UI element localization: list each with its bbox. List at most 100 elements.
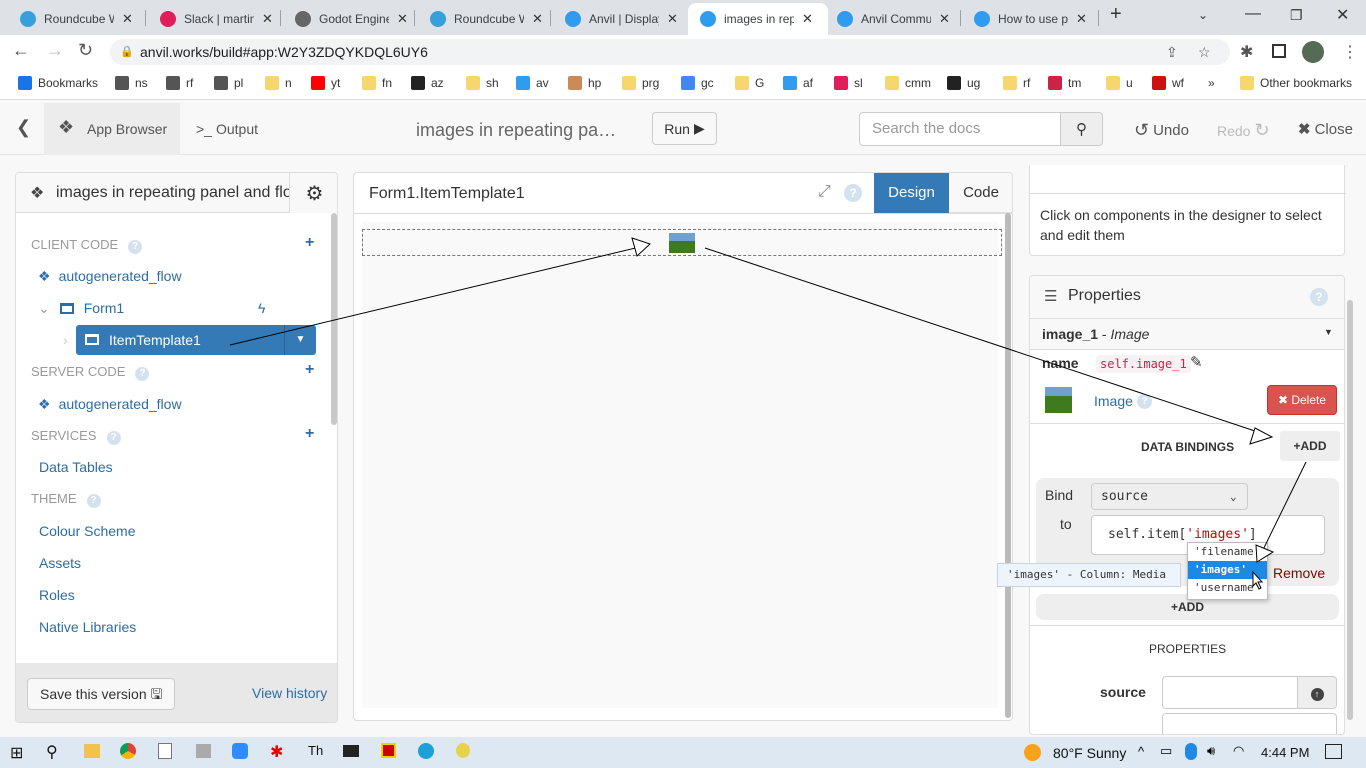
search-docs-input[interactable]: Search the docs: [859, 112, 1061, 146]
output-button[interactable]: >_ Output: [196, 121, 258, 137]
close-window-button[interactable]: ✕: [1336, 5, 1349, 25]
autocomplete-option[interactable]: 'username': [1188, 579, 1267, 597]
minimize-button[interactable]: —: [1245, 5, 1261, 23]
view-history-link[interactable]: View history: [252, 685, 327, 701]
close-tab-icon[interactable]: ✕: [532, 11, 543, 27]
autocomplete-option-selected[interactable]: 'images': [1188, 561, 1267, 579]
battery-icon[interactable]: ▭: [1160, 743, 1172, 759]
client-module-autogenerated-flow[interactable]: ❖ autogenerated_flow: [38, 268, 182, 285]
r-app-icon[interactable]: [381, 743, 396, 758]
app-icon[interactable]: [196, 744, 211, 758]
help-icon[interactable]: ?: [106, 431, 121, 445]
tab-code[interactable]: Code: [949, 173, 1012, 213]
next-property-input[interactable]: [1162, 713, 1337, 734]
url-field[interactable]: 🔒 anvil.works/build#app:W2Y3ZDQYKDQL6UY6…: [110, 39, 1230, 65]
canvas-scrollbar[interactable]: [1005, 213, 1011, 718]
source-input[interactable]: [1162, 676, 1298, 709]
app-browser-button[interactable]: ❖ App Browser: [44, 103, 180, 155]
browser-tab[interactable]: Roundcube W ✕: [8, 3, 133, 35]
component-selector[interactable]: image_1 - Image ▼: [1030, 319, 1344, 350]
browser-tab[interactable]: Godot Engine ✕: [283, 3, 408, 35]
image-component[interactable]: [669, 233, 695, 253]
notifications-icon[interactable]: [1325, 744, 1342, 759]
bookmark-item[interactable]: rf: [1003, 76, 1030, 90]
close-tab-icon[interactable]: ✕: [939, 11, 950, 27]
bookmark-item[interactable]: n: [265, 76, 292, 90]
server-module-autogenerated-flow[interactable]: ❖ autogenerated_flow: [38, 396, 182, 413]
file-explorer-icon[interactable]: [84, 744, 100, 758]
weather-readout[interactable]: 80°F Sunny: [1053, 745, 1126, 761]
assets-link[interactable]: Assets: [39, 555, 81, 571]
collapse-chevron-icon[interactable]: ❮: [16, 117, 31, 138]
bookmark-item[interactable]: u: [1106, 76, 1133, 90]
lightning-icon[interactable]: ϟ: [258, 300, 265, 316]
windows-start-icon[interactable]: ⊞: [10, 743, 23, 763]
help-icon[interactable]: ?: [844, 184, 862, 202]
edge-icon[interactable]: [418, 743, 434, 759]
extensions-icon[interactable]: ✱: [1240, 42, 1253, 62]
component-type-link[interactable]: Image: [1094, 393, 1133, 409]
share-icon[interactable]: ⇪: [1166, 39, 1178, 65]
search-button[interactable]: ⚲: [1060, 112, 1103, 146]
fruit-app-icon[interactable]: [456, 743, 470, 758]
bookmark-item[interactable]: ug: [947, 76, 980, 90]
bookmark-item[interactable]: yt: [311, 76, 340, 90]
volume-icon[interactable]: 🔊︎: [1207, 743, 1215, 759]
redo-button[interactable]: Redo ↻: [1217, 120, 1270, 141]
terminal-icon[interactable]: [343, 745, 359, 757]
bookmark-item[interactable]: az: [411, 76, 444, 90]
browser-tab[interactable]: Anvil | Display ✕: [553, 3, 678, 35]
browser-tab-active[interactable]: images in rep ✕: [688, 3, 828, 35]
save-version-button[interactable]: Save this version 🖫: [27, 678, 175, 710]
back-icon[interactable]: ←: [12, 40, 30, 61]
other-bookmarks[interactable]: Other bookmarks: [1240, 76, 1352, 90]
profile-avatar[interactable]: [1302, 41, 1324, 63]
wifi-icon[interactable]: ◠: [1233, 743, 1244, 759]
close-tab-icon[interactable]: ✕: [802, 11, 813, 27]
bluetooth-icon[interactable]: [1185, 743, 1197, 760]
help-icon[interactable]: ?: [86, 494, 101, 508]
bookmark-item[interactable]: wf: [1152, 76, 1184, 90]
bookmark-star-icon[interactable]: ☆: [1198, 39, 1211, 65]
reload-icon[interactable]: ↻: [78, 40, 93, 61]
repeating-item-container[interactable]: [362, 229, 1002, 256]
data-tables-link[interactable]: Data Tables: [39, 459, 113, 475]
pencil-icon[interactable]: ✎: [1190, 353, 1203, 371]
tab-design[interactable]: Design: [874, 173, 949, 213]
undo-button[interactable]: ↺ Undo: [1134, 120, 1189, 141]
add-server-code-button[interactable]: +: [305, 361, 314, 379]
notepad-icon[interactable]: [158, 743, 172, 759]
restore-button[interactable]: ❐: [1290, 7, 1303, 24]
bookmark-item[interactable]: af: [783, 76, 813, 90]
chrome-icon[interactable]: [120, 743, 136, 759]
taskbar-search-icon[interactable]: ⚲: [46, 742, 58, 762]
close-button[interactable]: ✖ Close: [1298, 120, 1353, 139]
browser-tab[interactable]: How to use p ✕: [962, 3, 1087, 35]
bookmark-item[interactable]: pl: [214, 76, 243, 90]
expand-icon[interactable]: ⤢: [818, 183, 831, 201]
bookmarks-overflow-button[interactable]: »: [1208, 76, 1215, 90]
forward-icon[interactable]: →: [46, 40, 64, 61]
tab-search-icon[interactable]: ⌄: [1198, 8, 1208, 22]
item-dropdown-button[interactable]: ▼: [284, 325, 316, 355]
upload-button[interactable]: ↑: [1297, 676, 1337, 709]
bookmark-item[interactable]: G: [735, 76, 764, 90]
chevron-down-icon[interactable]: ⌄: [38, 300, 50, 316]
close-tab-icon[interactable]: ✕: [397, 11, 408, 27]
bookmark-item[interactable]: av: [516, 76, 549, 90]
bookmark-item[interactable]: tm: [1048, 76, 1081, 90]
bookmark-item[interactable]: gc: [681, 76, 714, 90]
close-tab-icon[interactable]: ✕: [1076, 11, 1087, 27]
bind-property-select[interactable]: source ⌄: [1091, 483, 1248, 510]
browser-tab[interactable]: Anvil Commu ✕: [825, 3, 950, 35]
close-tab-icon[interactable]: ✕: [667, 11, 678, 27]
itemtemplate1-item-selected[interactable]: ItemTemplate1 ▼: [76, 325, 316, 355]
bookmark-item[interactable]: fn: [362, 76, 392, 90]
help-icon[interactable]: ?: [1310, 288, 1328, 306]
bookmark-item[interactable]: cmm: [885, 76, 931, 90]
design-canvas[interactable]: [362, 222, 998, 708]
clock[interactable]: 4:44 PM: [1261, 745, 1309, 760]
menu-icon[interactable]: ⋮: [1342, 42, 1358, 62]
left-panel-scrollbar[interactable]: [331, 213, 337, 425]
chevron-up-icon[interactable]: ^: [1138, 744, 1144, 759]
